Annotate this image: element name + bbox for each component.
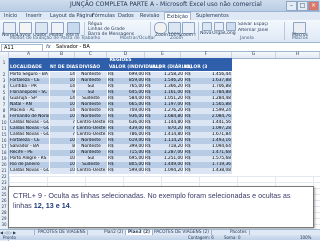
- zoom-label[interactable]: Zoom: [155, 33, 168, 38]
- table-header-row: LOCALIDADE Nº DE DIAS DIVISÃO VALOR (IND…: [9, 64, 232, 77]
- row-number[interactable]: 25: [0, 192, 8, 197]
- save-workspace-label[interactable]: Salvar Espaço de Trabalho: [238, 22, 268, 27]
- formula-bar: A11 fx Salvador - BA: [0, 43, 320, 52]
- row-number[interactable]: 2: [0, 72, 8, 77]
- ribbon-separator: [198, 22, 199, 40]
- annotation-note: CTRL+ 9 - Oculta as linhas selecionadas.…: [8, 186, 314, 228]
- note-text: CTRL+ 9 - Oculta as linhas selecionadas.…: [13, 191, 309, 211]
- fx-icon[interactable]: fx: [46, 43, 51, 51]
- header-localidade[interactable]: LOCALIDADE: [10, 64, 42, 71]
- minimize-button[interactable]: –: [286, 1, 297, 11]
- maximize-button[interactable]: □: [297, 1, 308, 11]
- cell-dias[interactable]: 10: [49, 168, 76, 174]
- status-sum: Soma: 0: [224, 235, 241, 240]
- group-views-label: Modos de Exibição de Pasta de Trabalho: [10, 36, 101, 41]
- tab-revisao[interactable]: Revisão: [140, 12, 159, 20]
- freeze-panes-label[interactable]: Congelar Painéis: [224, 31, 236, 36]
- cell-currency[interactable]: R$: [185, 168, 193, 174]
- row-number[interactable]: 29: [0, 216, 8, 221]
- arrange-all-icon[interactable]: [214, 22, 224, 31]
- group-zoom-label: Zoom: [170, 36, 183, 41]
- row-number[interactable]: 21: [0, 168, 8, 173]
- row-number[interactable]: 24: [0, 186, 8, 191]
- row-number[interactable]: 16: [0, 138, 8, 143]
- ribbon-separator: [150, 22, 151, 40]
- cell-valor-diarias[interactable]: 1.094,20: [153, 168, 184, 174]
- ribbon-separator: [284, 22, 285, 40]
- cell-currency[interactable]: R$: [145, 168, 153, 174]
- status-count: Contagem: 6: [188, 235, 214, 240]
- row-number[interactable]: 6: [0, 96, 8, 101]
- row-number[interactable]: 27: [0, 204, 8, 209]
- title-bar: JUNÇÃO COMPLETA PARTE A - Microsoft Exce…: [0, 0, 320, 12]
- row-number[interactable]: 8: [0, 108, 8, 113]
- status-ready: Pronto: [3, 235, 16, 240]
- tab-dados[interactable]: Dados: [118, 12, 134, 20]
- header-divisao[interactable]: DIVISÃO: [79, 64, 100, 71]
- table-row: Caldas Novas - GO 10 Centro-Oeste R$ 599,00 R…: [9, 168, 232, 174]
- row-number[interactable]: 15: [0, 132, 8, 137]
- row-number[interactable]: 7: [0, 102, 8, 107]
- tab-formulas[interactable]: Fórmulas: [92, 12, 115, 20]
- switch-windows-label[interactable]: Alternar Janelas: [238, 28, 268, 33]
- ribbon-panel: Normal Layout da Página Quebra de Página…: [0, 20, 320, 43]
- status-bar: Pronto Contagem: 6 Soma: 0 100%: [0, 235, 320, 240]
- row-number[interactable]: 1: [0, 60, 8, 65]
- row-number[interactable]: 26: [0, 198, 8, 203]
- cell-valor-3-pessoas[interactable]: 1.438,08: [193, 168, 231, 174]
- new-window-icon[interactable]: [202, 22, 212, 31]
- row-number[interactable]: 3: [0, 78, 8, 83]
- row-number[interactable]: 22: [0, 174, 8, 179]
- formula-input[interactable]: Salvador - BA: [56, 43, 90, 51]
- row-number[interactable]: 5: [0, 90, 8, 95]
- cell-currency[interactable]: R$: [108, 168, 116, 174]
- cell-divisao[interactable]: Centro-Oeste: [75, 168, 108, 174]
- row-number[interactable]: 18: [0, 150, 8, 155]
- row-number[interactable]: 19: [0, 156, 8, 161]
- note-suffix: .: [69, 201, 72, 210]
- row-number[interactable]: 20: [0, 162, 8, 167]
- row-number[interactable]: 10: [0, 120, 8, 125]
- tab-inicio[interactable]: Início: [4, 12, 17, 20]
- new-window-label[interactable]: Nova Janela: [200, 31, 212, 36]
- row-number[interactable]: 9: [0, 114, 8, 119]
- group-macros-label: Macros: [292, 36, 308, 41]
- cell-valor-individual[interactable]: 599,00: [116, 168, 145, 174]
- ribbon-tabs: Início Inserir Layout da Página Fórmulas…: [0, 12, 320, 21]
- close-button[interactable]: ×: [308, 1, 319, 11]
- tab-inserir[interactable]: Inserir: [26, 12, 42, 20]
- row-number[interactable]: 4: [0, 84, 8, 89]
- row-number[interactable]: 28: [0, 210, 8, 215]
- status-zoom[interactable]: 100%: [300, 235, 311, 240]
- ribbon-separator: [84, 22, 85, 40]
- row-number[interactable]: 30: [0, 222, 8, 227]
- cell-localidade[interactable]: Caldas Novas - GO: [10, 168, 50, 174]
- spreadsheet-grid: REGIÕES LOCALIDADE Nº DE DIAS DIVISÃO VA…: [9, 58, 320, 176]
- row-number[interactable]: 23: [0, 180, 8, 185]
- window-title: JUNÇÃO COMPLETA PARTE A - Microsoft Exce…: [70, 1, 262, 8]
- group-window-label: Janela: [240, 36, 254, 41]
- tab-layout[interactable]: Layout da Página: [50, 12, 93, 20]
- tab-suplementos[interactable]: Suplementos: [196, 12, 229, 20]
- name-box[interactable]: A11: [1, 44, 43, 52]
- header-dias[interactable]: Nº DE DIAS: [50, 64, 78, 71]
- note-shortcut: CTRL+ 9: [13, 191, 42, 200]
- freeze-panes-icon[interactable]: [226, 22, 236, 31]
- row-number[interactable]: 17: [0, 144, 8, 149]
- arrange-all-label[interactable]: Organizar Tudo: [212, 31, 224, 36]
- note-highlight: 12, 13 e 14: [33, 201, 70, 210]
- row-number[interactable]: 11: [0, 126, 8, 131]
